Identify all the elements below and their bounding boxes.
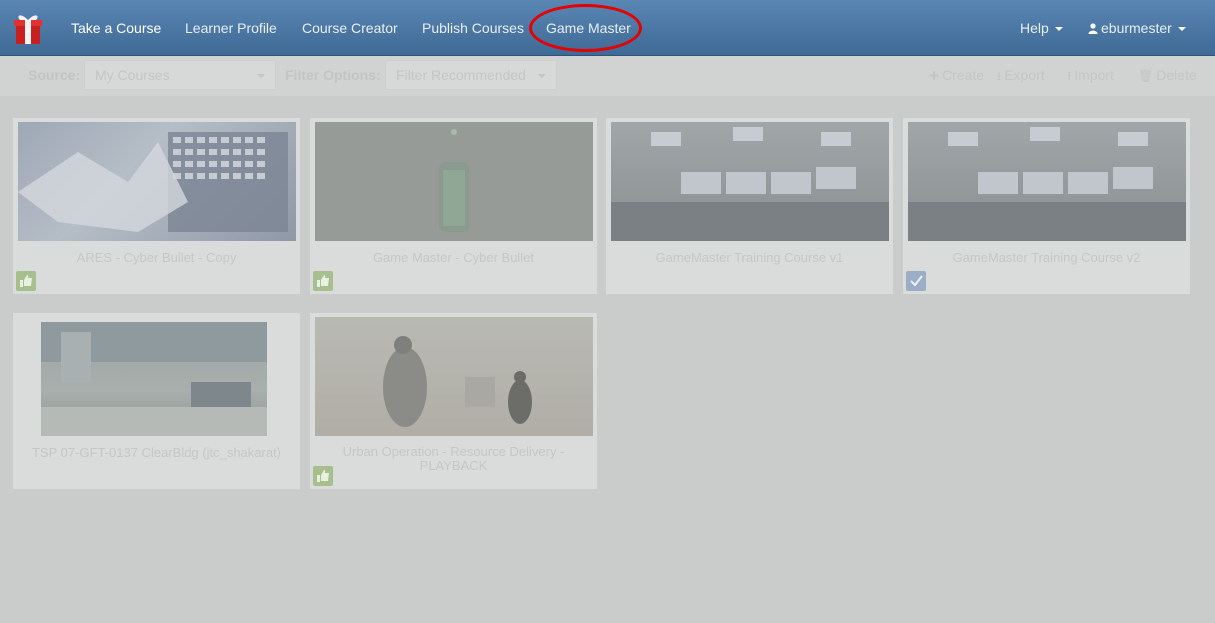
download-icon: ⭳ xyxy=(997,69,1002,83)
user-name: eburmester xyxy=(1101,20,1172,36)
filter-options-label: Filter Options: xyxy=(285,67,381,83)
help-menu[interactable]: Help xyxy=(1020,0,1063,56)
delete-button[interactable]: 🗑 Delete xyxy=(1138,67,1197,83)
chevron-down-icon xyxy=(1177,27,1186,32)
course-card[interactable]: GameMaster Training Course v2 xyxy=(903,118,1190,294)
checkbox-checked-icon xyxy=(906,271,926,291)
course-title: ARES - Cyber Bullet - Copy xyxy=(76,250,237,265)
chevron-down-icon xyxy=(538,74,546,78)
user-icon xyxy=(1088,23,1098,34)
course-title: Game Master - Cyber Bullet xyxy=(372,250,535,265)
chevron-down-icon xyxy=(1054,27,1063,32)
plus-icon: ✚ xyxy=(929,69,940,83)
user-menu[interactable]: eburmester xyxy=(1088,0,1186,56)
course-thumbnail xyxy=(41,322,267,436)
nav-take-a-course[interactable]: Take a Course xyxy=(71,0,161,56)
source-select-value: My Courses xyxy=(95,67,170,83)
create-button[interactable]: ✚ Create xyxy=(929,67,984,83)
course-thumbnail xyxy=(315,317,593,436)
course-card[interactable]: ARES - Cyber Bullet - Copy xyxy=(13,118,300,294)
export-label: Export xyxy=(1004,67,1045,83)
delete-label: Delete xyxy=(1156,67,1197,83)
import-button[interactable]: ⭱ Import xyxy=(1067,67,1114,88)
source-select[interactable]: My Courses xyxy=(84,60,276,90)
create-label: Create xyxy=(942,67,985,83)
course-card[interactable]: TSP 07-GFT-0137 ClearBldg (jtc_shakarat) xyxy=(13,313,300,489)
course-title: TSP 07-GFT-0137 ClearBldg (jtc_shakarat) xyxy=(31,445,282,460)
highlight-annotation-circle xyxy=(529,4,642,52)
nav-learner-profile[interactable]: Learner Profile xyxy=(185,0,277,56)
course-title: GameMaster Training Course v2 xyxy=(952,250,1141,265)
course-card[interactable]: GameMaster Training Course v1 xyxy=(606,118,893,294)
course-card[interactable]: Game Master - Cyber Bullet xyxy=(310,118,597,294)
course-title: Urban Operation - Resource Delivery - PL… xyxy=(342,444,565,473)
upload-icon: ⭱ xyxy=(1067,69,1072,83)
top-navbar: Take a Course Learner Profile Course Cre… xyxy=(0,0,1215,56)
course-thumbnail xyxy=(18,122,296,241)
nav-course-creator[interactable]: Course Creator xyxy=(302,0,398,56)
nav-publish-courses[interactable]: Publish Courses xyxy=(422,0,524,56)
filter-select-value: Filter Recommended xyxy=(396,67,526,83)
thumbs-up-icon xyxy=(16,271,36,291)
thumbs-up-icon xyxy=(313,271,333,291)
trash-icon: 🗑 xyxy=(1138,69,1154,83)
chevron-down-icon xyxy=(257,74,265,78)
course-thumbnail xyxy=(611,122,889,241)
import-label: Import xyxy=(1074,67,1114,83)
course-card[interactable]: Urban Operation - Resource Delivery - PL… xyxy=(310,313,597,489)
course-title: GameMaster Training Course v1 xyxy=(655,250,844,265)
thumbs-up-icon xyxy=(313,466,333,486)
export-button[interactable]: ⭳ Export xyxy=(997,67,1045,88)
source-label: Source: xyxy=(28,67,81,83)
course-thumbnail xyxy=(315,122,593,241)
course-thumbnail xyxy=(908,122,1186,241)
gift-box-icon[interactable] xyxy=(10,10,46,46)
help-label: Help xyxy=(1020,20,1049,36)
filter-select[interactable]: Filter Recommended xyxy=(385,60,557,90)
filter-toolbar: Source: My Courses Filter Options: Filte… xyxy=(0,56,1215,96)
